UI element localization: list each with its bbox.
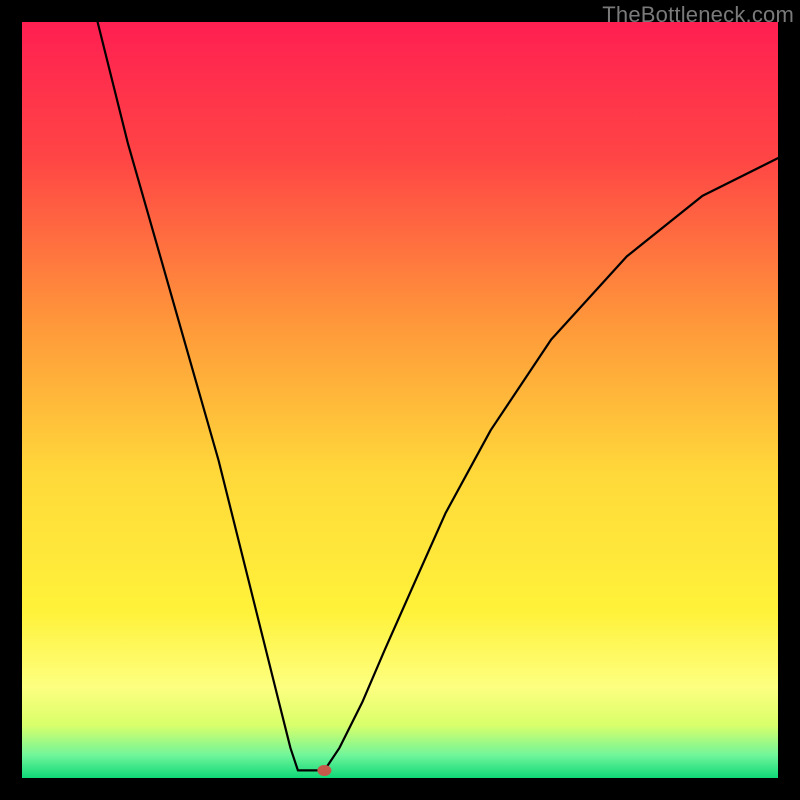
watermark-text: TheBottleneck.com: [602, 2, 794, 28]
bottleneck-chart: [22, 22, 778, 778]
gradient-background: [22, 22, 778, 778]
optimal-point-marker: [317, 765, 331, 776]
chart-frame: [22, 22, 778, 778]
